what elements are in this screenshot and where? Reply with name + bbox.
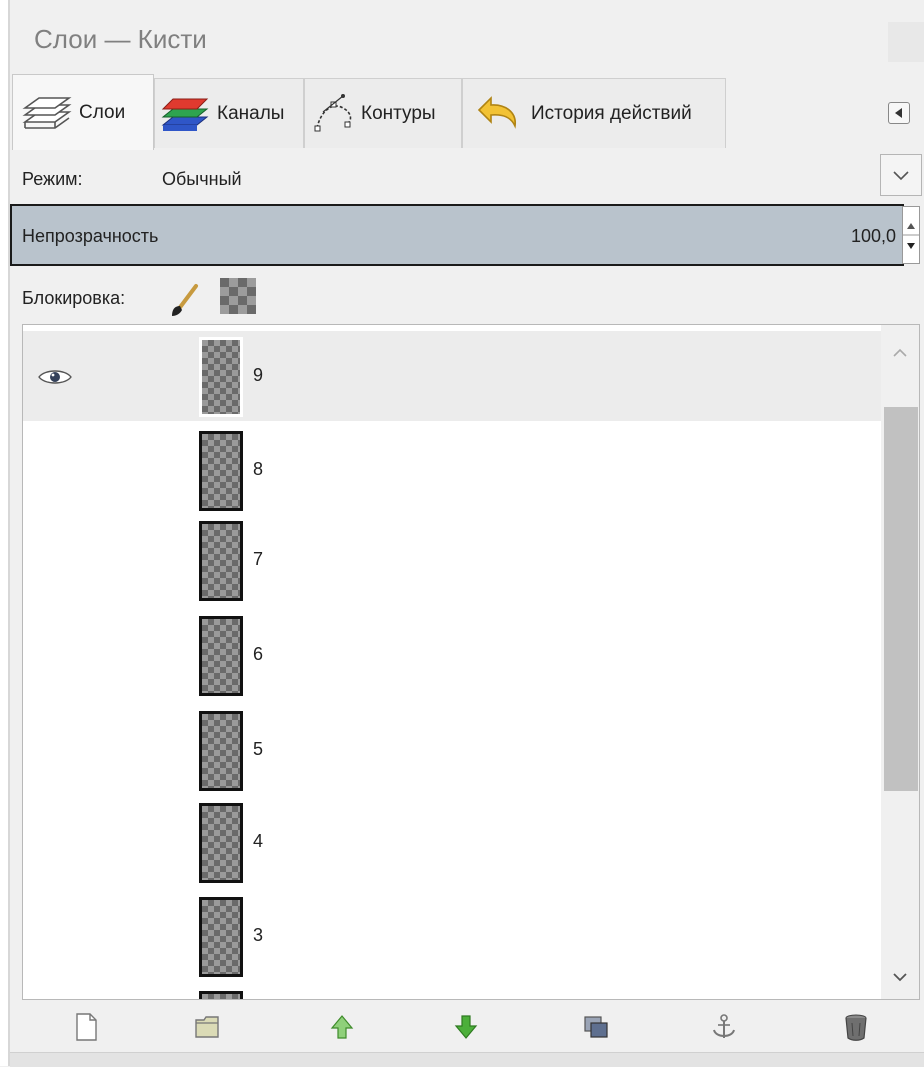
opacity-label: Непрозрачность	[22, 226, 159, 246]
tab-paths-label: Контуры	[361, 102, 436, 124]
opacity-slider[interactable]: Непрозрачность 100,0	[10, 204, 904, 266]
layers-list: 9 8 7 6 5 4 3	[22, 324, 920, 1000]
layer-row[interactable]: 9	[23, 331, 881, 421]
close-button[interactable]	[888, 22, 924, 62]
tab-channels-label: Каналы	[217, 102, 285, 124]
duplicate-layer-icon[interactable]	[582, 1012, 610, 1042]
layer-thumbnail	[199, 521, 243, 601]
layers-icon	[22, 96, 72, 129]
tab-menu-arrow-icon	[895, 108, 902, 118]
lock-row: Блокировка:	[10, 270, 924, 324]
tab-layers[interactable]: Слои	[12, 74, 154, 150]
layer-row[interactable]: 6	[23, 610, 881, 700]
window-edge	[0, 0, 8, 1066]
layer-row[interactable]: 3	[23, 891, 881, 981]
tab-channels[interactable]: Каналы	[154, 78, 304, 148]
lower-layer-icon[interactable]	[452, 1012, 480, 1042]
layer-name: 8	[253, 459, 264, 479]
layer-row[interactable]: 8	[23, 425, 881, 515]
channels-icon	[161, 98, 209, 131]
layer-thumbnail	[199, 337, 243, 417]
layer-name: 5	[253, 739, 264, 759]
mode-value[interactable]: Обычный	[162, 169, 242, 190]
layer-name: 4	[253, 831, 264, 851]
tab-paths[interactable]: Контуры	[304, 78, 462, 148]
tab-layers-label: Слои	[79, 101, 126, 123]
lock-alpha-checker-icon[interactable]	[220, 278, 256, 314]
mode-row: Режим: Обычный	[10, 154, 924, 202]
anchor-layer-icon[interactable]	[710, 1012, 738, 1042]
status-strip	[10, 1052, 924, 1067]
layer-name: 3	[253, 925, 264, 945]
layer-thumbnail	[199, 431, 243, 511]
tab-undo-history-label: История действий	[531, 102, 692, 124]
lock-pixels-brush-icon[interactable]	[168, 280, 202, 318]
layer-row-partial[interactable]	[23, 985, 881, 999]
mode-dropdown-button[interactable]	[880, 154, 922, 196]
opacity-spin-buttons[interactable]	[902, 206, 920, 264]
scroll-up-icon[interactable]	[881, 337, 919, 367]
layer-thumbnail	[199, 616, 243, 696]
layer-row[interactable]: 7	[23, 515, 881, 605]
new-layer-group-icon[interactable]	[194, 1012, 222, 1042]
undo-history-icon	[477, 95, 516, 129]
opacity-value: 100,0	[850, 226, 896, 246]
scrollbar-thumb[interactable]	[884, 407, 918, 791]
lock-label: Блокировка:	[22, 288, 126, 308]
mode-label: Режим:	[22, 169, 83, 189]
dock-titlebar: Слои — Кисти	[10, 0, 924, 74]
eye-visibility-icon[interactable]	[35, 367, 75, 387]
tab-menu-button[interactable]	[888, 102, 910, 124]
scroll-down-icon[interactable]	[881, 963, 919, 993]
layer-row[interactable]: 5	[23, 705, 881, 795]
chevron-down-icon	[893, 171, 909, 181]
layer-row[interactable]: 4	[23, 797, 881, 887]
layer-name: 6	[253, 644, 264, 664]
dock-title: Слои — Кисти	[34, 24, 207, 54]
layer-thumbnail	[199, 711, 243, 791]
layer-thumbnail	[199, 803, 243, 883]
layers-toolbar	[10, 1002, 924, 1050]
layer-name: 7	[253, 549, 264, 569]
new-layer-icon[interactable]	[72, 1012, 100, 1042]
layers-scrollbar[interactable]	[881, 325, 919, 999]
delete-layer-icon[interactable]	[842, 1012, 870, 1042]
spin-arrows-icon	[903, 223, 919, 249]
paths-icon	[314, 93, 352, 131]
layer-thumbnail	[199, 897, 243, 977]
tab-undo-history[interactable]: История действий	[462, 78, 726, 148]
layer-thumbnail	[199, 991, 243, 999]
layer-name: 9	[253, 365, 264, 385]
raise-layer-icon[interactable]	[328, 1012, 356, 1042]
tab-bar: Слои Каналы Контуры История действий	[10, 74, 924, 154]
